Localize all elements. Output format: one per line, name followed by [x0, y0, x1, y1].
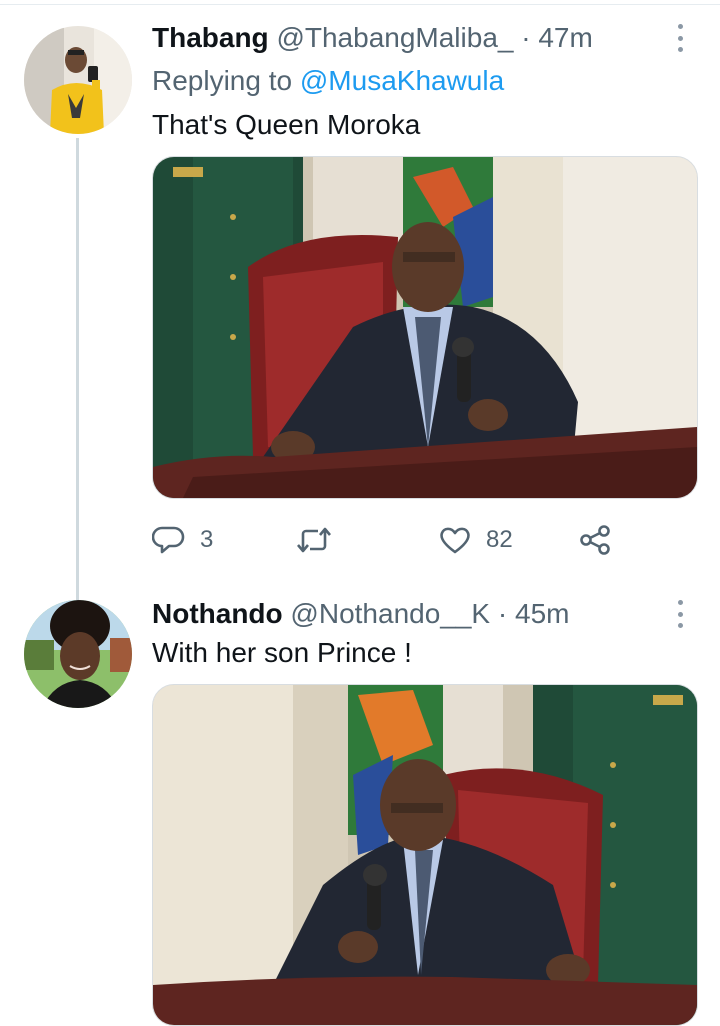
- reply-icon: [152, 526, 185, 554]
- display-name[interactable]: Nothando: [152, 598, 283, 629]
- tweet-image[interactable]: [152, 684, 698, 1026]
- separator-dot: ·: [521, 22, 531, 53]
- separator-dot: ·: [497, 598, 508, 629]
- retweet-icon: [297, 527, 331, 553]
- user-handle[interactable]: @Nothando__K: [290, 598, 490, 629]
- timestamp[interactable]: 45m: [515, 598, 569, 629]
- tweet-image[interactable]: [152, 156, 698, 499]
- share-button[interactable]: [578, 520, 612, 560]
- replying-to-mention[interactable]: @MusaKhawula: [300, 65, 504, 96]
- like-button[interactable]: 82: [438, 520, 513, 560]
- tweet-text: With her son Prince !: [152, 637, 412, 668]
- retweet-button[interactable]: [296, 520, 346, 560]
- tweet-header: Nothando @Nothando__K · 45m: [152, 598, 569, 630]
- reply-button[interactable]: 3: [152, 520, 213, 560]
- heart-icon: [440, 527, 470, 554]
- avatar[interactable]: [24, 26, 132, 134]
- like-count: 82: [486, 526, 513, 553]
- replying-to-label: Replying to: [152, 65, 293, 96]
- more-vertical-icon[interactable]: [671, 24, 689, 52]
- top-divider: [0, 4, 720, 5]
- share-icon: [580, 525, 610, 555]
- tweet-text: That's Queen Moroka: [152, 109, 421, 140]
- more-vertical-icon[interactable]: [671, 600, 689, 628]
- tweet-actions: 3 82: [152, 520, 692, 560]
- display-name[interactable]: Thabang: [152, 22, 269, 53]
- replying-to: Replying to @MusaKhawula: [152, 64, 504, 98]
- user-handle[interactable]: @ThabangMaliba_: [276, 22, 513, 53]
- reply-count: 3: [200, 526, 214, 553]
- thread-connector-line: [76, 138, 79, 600]
- timestamp[interactable]: 47m: [538, 22, 592, 53]
- tweet-header: Thabang @ThabangMaliba_ · 47m: [152, 22, 593, 54]
- avatar[interactable]: [24, 600, 132, 708]
